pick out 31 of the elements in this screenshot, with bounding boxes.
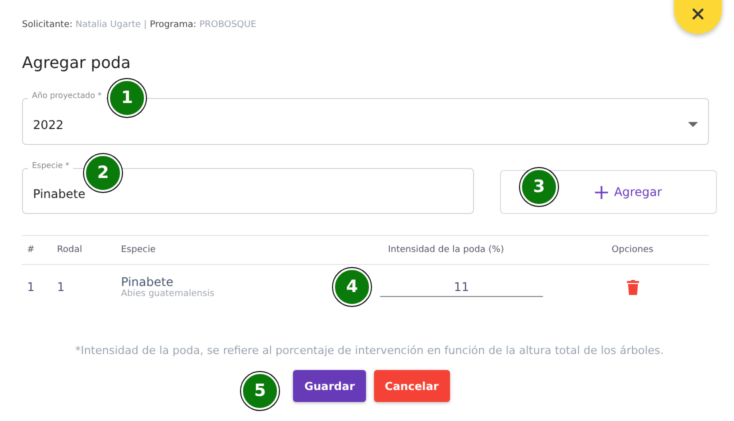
dialog-title: Agregar poda: [22, 53, 132, 72]
plus-icon: [595, 186, 608, 198]
program-name: PROBOSQUE: [199, 20, 256, 30]
cancel-button[interactable]: Cancelar: [374, 370, 450, 402]
field-value: Pinabete: [33, 187, 86, 201]
caret-icon: [688, 122, 698, 127]
applicant-name: Natalia Ugarte: [76, 20, 141, 30]
field-label: Año proyectado *: [28, 91, 106, 100]
callout-badge: 2: [84, 154, 122, 192]
select-value: 2022: [33, 118, 65, 132]
save-button[interactable]: Guardar: [293, 370, 366, 402]
column-header: #: [26, 245, 36, 255]
callout-badge: 4: [333, 268, 371, 306]
column-header: Rodal: [56, 245, 84, 255]
column-header: Especie: [120, 245, 157, 255]
callout-badge: 5: [241, 372, 279, 410]
row-number: 1: [26, 280, 36, 294]
applicant-label: Solicitante:: [22, 20, 73, 30]
column-header: Intensidad de la poda (%): [387, 245, 505, 255]
species-name: Pinabete: [121, 275, 174, 289]
close-button[interactable]: [674, 0, 722, 34]
footnote: *Intensidad de la poda, se refiere al porcentaje de intervención en función de la altura total de los árboles.: [74, 344, 665, 357]
stand-cell-text: 1: [56, 280, 66, 294]
scientific-name: Abies guatemalensis: [121, 289, 216, 299]
callout-badge: 1: [108, 79, 146, 117]
field-label: Especie *: [28, 161, 74, 170]
close-icon: [691, 7, 705, 21]
column-header: Opciones: [610, 245, 654, 255]
program-label: Programa:: [150, 20, 196, 30]
separator: |: [144, 20, 147, 30]
trash-icon[interactable]: [626, 280, 638, 294]
